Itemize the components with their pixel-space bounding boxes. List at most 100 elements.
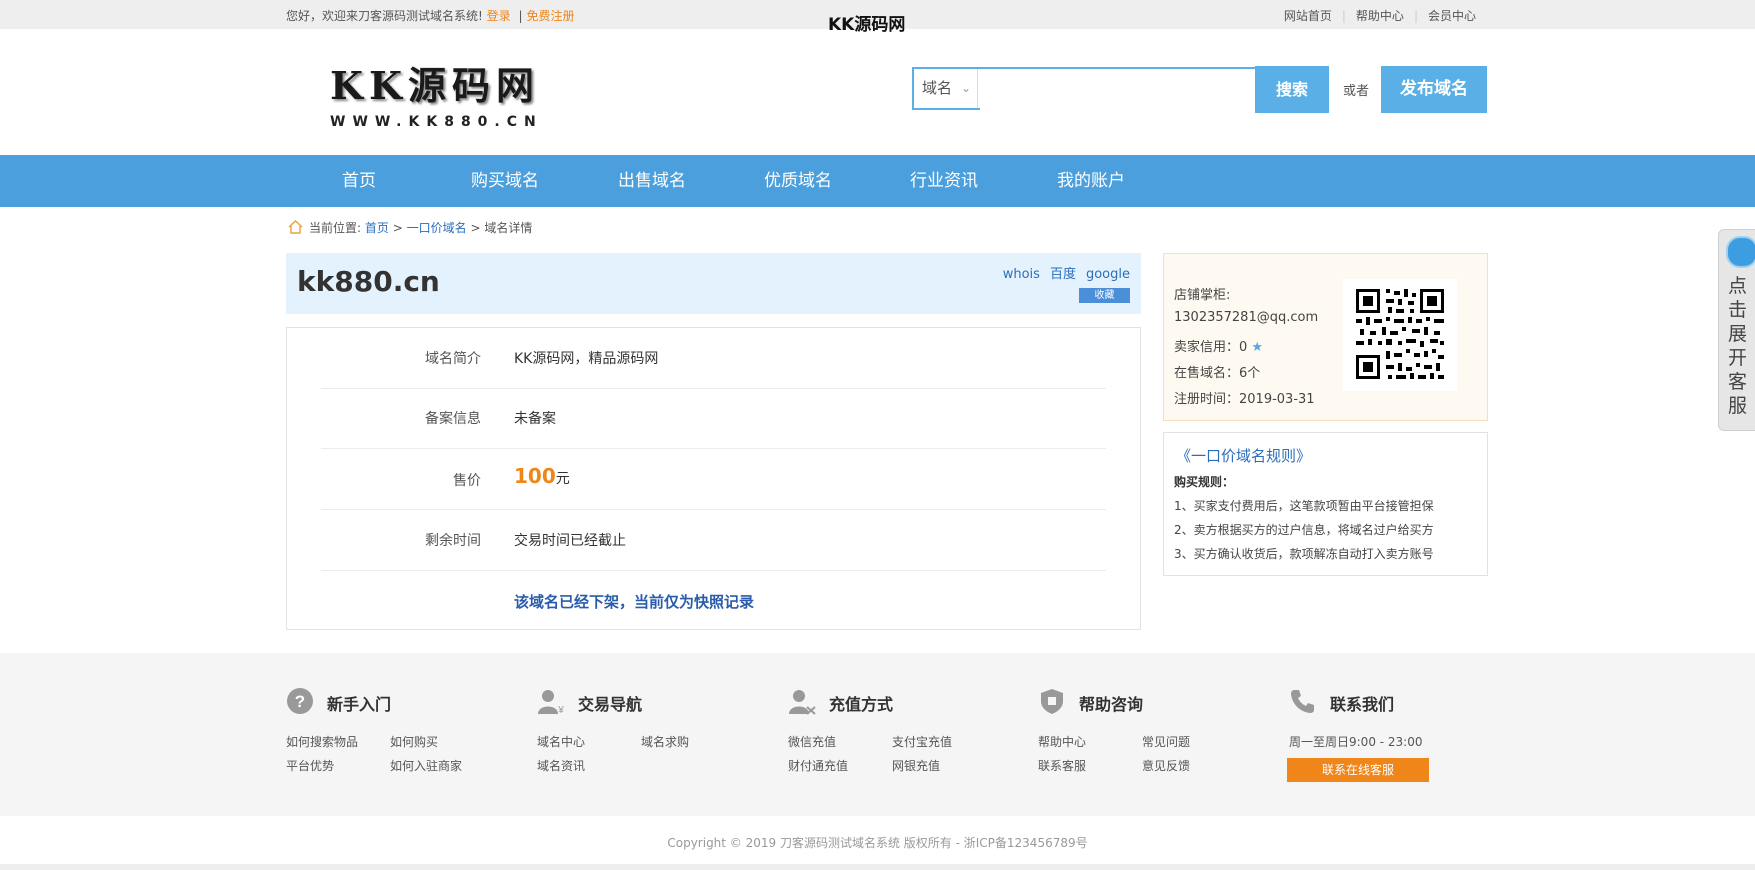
footer-link[interactable]: 财付通充值 — [788, 757, 848, 774]
search-type-value: 域名 — [922, 79, 953, 97]
svg-text:?: ? — [295, 692, 305, 711]
footer-link[interactable]: 意见反馈 — [1142, 757, 1190, 774]
time-label: 剩余时间 — [425, 533, 481, 549]
footer-link[interactable]: 平台优势 — [286, 757, 334, 774]
footer-link[interactable]: 域名资讯 — [537, 757, 585, 774]
shield-icon — [1041, 689, 1063, 714]
whois-link[interactable]: whois — [1003, 267, 1040, 282]
footer-title: 新手入门 — [327, 695, 392, 714]
time-value: 交易时间已经截止 — [514, 533, 626, 549]
main-nav: 首页 购买域名 出售域名 优质域名 行业资讯 我的账户 — [0, 155, 1755, 207]
intro-value: KK源码网，精品源码网 — [514, 351, 659, 367]
footer-link[interactable]: 如何搜索物品 — [286, 733, 358, 750]
separator: | — [518, 9, 523, 23]
rules-heading: 购买规则： — [1174, 475, 1235, 489]
register-link[interactable]: 免费注册 — [527, 9, 575, 23]
lookup-links: whois 百度 google — [993, 263, 1130, 282]
welcome-area: 您好，欢迎来刀客源码测试域名系统! 登录 | 免费注册 — [286, 7, 575, 24]
rule-item: 1、买家支付费用后，这笔款项暂由平台接管担保 — [1174, 499, 1434, 513]
domain-title-box: kk880.cn whois 百度 google 收藏 — [286, 253, 1141, 314]
footer-link[interactable]: 如何购买 — [390, 733, 438, 750]
footer-link[interactable]: 域名中心 — [537, 733, 585, 750]
price-label: 售价 — [453, 473, 481, 489]
rules-box: 《一口价域名规则》 购买规则： 1、买家支付费用后，这笔款项暂由平台接管担保 2… — [1163, 432, 1488, 576]
or-label: 或者 — [1343, 84, 1370, 99]
icp-label: 备案信息 — [425, 411, 481, 427]
footer-title: 充值方式 — [829, 695, 894, 714]
top-bar: 您好，欢迎来刀客源码测试域名系统! 登录 | 免费注册 KK源码网 网站首页 | 帮助… — [0, 0, 1755, 35]
price-value: 100元 — [514, 464, 570, 488]
star-icon: ★ — [1251, 340, 1264, 355]
login-link[interactable]: 登录 — [487, 9, 511, 23]
site-home-link[interactable]: 网站首页 — [1274, 9, 1342, 23]
footer-link[interactable]: 帮助中心 — [1038, 733, 1086, 750]
detail-row: 售价 100元 — [321, 448, 1106, 510]
favorite-button[interactable]: 收藏 — [1079, 288, 1130, 303]
nav-buy-domain[interactable]: 购买域名 — [471, 155, 539, 207]
customer-service-tab[interactable]: 点击展开客服 — [1718, 229, 1755, 431]
breadcrumb-home[interactable]: 首页 — [365, 221, 389, 235]
breadcrumb-category[interactable]: 一口价域名 — [407, 221, 467, 235]
shop-info: 店铺掌柜: 1302357281@qq.com 卖家信用：0 ★ 在售域名：6个… — [1163, 253, 1488, 421]
footer-link[interactable]: 联系客服 — [1038, 757, 1086, 774]
detail-row: 域名简介 KK源码网，精品源码网 — [321, 328, 1106, 389]
service-hours: 周一至周日9:00 - 23:00 — [1289, 735, 1423, 749]
rules-title-link[interactable]: 《一口价域名规则》 — [1176, 445, 1311, 466]
footer-link[interactable]: 常见问题 — [1142, 733, 1190, 750]
register-time: 注册时间：2019-03-31 — [1174, 392, 1315, 407]
offline-notice: 该域名已经下架，当前仅为快照记录 — [514, 593, 755, 611]
footer-link[interactable]: 网银充值 — [892, 757, 940, 774]
footer: ? 新手入门 如何搜索物品 如何购买 平台优势 如何入驻商家 ¥ 交易导航 域名… — [0, 653, 1755, 816]
footer-link[interactable]: 域名求购 — [641, 733, 689, 750]
phone-icon — [1291, 690, 1314, 713]
qr-code — [1343, 279, 1457, 391]
question-icon: ? — [287, 688, 313, 714]
credit-text: 卖家信用：0 — [1174, 340, 1248, 355]
nav-premium-domain[interactable]: 优质域名 — [764, 155, 832, 207]
logo-text: KK源码网 — [330, 63, 541, 108]
customer-service-label: 点击展开客服 — [1728, 275, 1748, 417]
header: KK源码网 WWW.KK880.CN — [0, 29, 1755, 155]
nav-my-account[interactable]: 我的账户 — [1057, 155, 1125, 207]
breadcrumb-sep: > — [392, 221, 403, 235]
google-link[interactable]: google — [1086, 267, 1130, 282]
breadcrumb-label: 当前位置: — [309, 221, 362, 235]
domain-name: kk880.cn — [297, 265, 440, 298]
logo-url: WWW.KK880.CN — [330, 114, 543, 130]
domain-details: 域名简介 KK源码网，精品源码网 备案信息 未备案 售价 100元 剩余时间 交… — [286, 327, 1141, 630]
seller-credit: 卖家信用：0 ★ — [1174, 336, 1263, 355]
user-card-icon — [789, 690, 816, 715]
breadcrumb-sep: > — [470, 221, 481, 235]
search-type-select[interactable]: 域名 ⌄ — [914, 69, 978, 108]
chevron-down-icon: ⌄ — [960, 81, 971, 95]
help-center-link[interactable]: 帮助中心 — [1346, 9, 1414, 23]
icp-value: 未备案 — [514, 411, 556, 427]
domain-count: 在售域名：6个 — [1174, 366, 1261, 381]
user-yen-icon: ¥ — [538, 690, 564, 715]
footer-link[interactable]: 支付宝充值 — [892, 733, 952, 750]
member-center-link[interactable]: 会员中心 — [1418, 9, 1476, 23]
nav-sell-domain[interactable]: 出售域名 — [618, 155, 686, 207]
nav-news[interactable]: 行业资讯 — [910, 155, 978, 207]
logo[interactable]: KK源码网 WWW.KK880.CN — [330, 55, 543, 130]
breadcrumb-current: 域名详情 — [484, 221, 533, 235]
chat-bubble-icon — [1726, 236, 1755, 268]
nav-home[interactable]: 首页 — [342, 155, 376, 207]
copyright: Copyright © 2019 刀客源码测试域名系统 版权所有 - 浙ICP备… — [667, 836, 1088, 850]
owner-email: 1302357281@qq.com — [1174, 310, 1319, 325]
baidu-link[interactable]: 百度 — [1050, 267, 1076, 282]
footer-title: 联系我们 — [1330, 695, 1395, 714]
owner-label: 店铺掌柜: — [1174, 288, 1231, 303]
footer-link[interactable]: 如何入驻商家 — [390, 757, 462, 774]
detail-row: 剩余时间 交易时间已经截止 — [321, 510, 1106, 571]
contact-online-service-button[interactable]: 联系在线客服 — [1287, 758, 1429, 782]
search-button[interactable]: 搜索 — [1255, 66, 1329, 113]
footer-link[interactable]: 微信充值 — [788, 733, 836, 750]
intro-label: 域名简介 — [425, 351, 481, 367]
price-unit: 元 — [555, 471, 570, 487]
top-links: 网站首页 | 帮助中心 | 会员中心 — [1274, 7, 1476, 24]
detail-row: 备案信息 未备案 — [321, 388, 1106, 449]
publish-domain-button[interactable]: 发布域名 — [1381, 66, 1487, 113]
price-amount: 100 — [514, 464, 556, 488]
bottom-line — [0, 864, 1755, 870]
